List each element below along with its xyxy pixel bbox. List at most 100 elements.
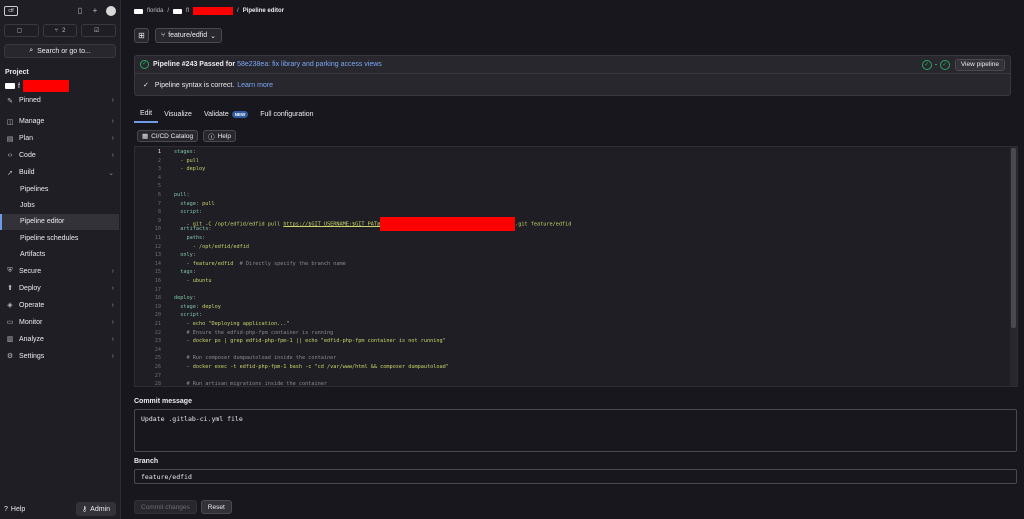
tab-validate[interactable]: Validate NEW (198, 105, 254, 123)
file-tree-icon: ⊞ (138, 31, 145, 40)
line-number: 4 (157, 174, 161, 181)
branch-input[interactable]: feature/edfid (134, 469, 1017, 484)
code-text: deploy: (174, 295, 196, 302)
breadcrumb-group[interactable]: florida (147, 8, 163, 14)
code-line: 2 - pull (135, 157, 1017, 166)
sidebar-item-build[interactable]: ➚ Build ⌄ (0, 164, 120, 181)
tab-edit[interactable]: Edit (134, 105, 159, 123)
code-line: 5 (135, 182, 1017, 191)
tab-visualize[interactable]: Visualize (158, 105, 198, 123)
code-text: paths: (174, 235, 206, 241)
section-title: Project (5, 69, 29, 76)
code-line: 11 paths: (135, 234, 1017, 243)
sidebar-sub-pipeline-editor[interactable]: Pipeline editor (0, 213, 119, 231)
line-number: 21 (154, 321, 161, 327)
breadcrumb-current: Pipeline editor (242, 8, 285, 14)
code-line: 6 pull: (135, 191, 1017, 200)
stage-pull-icon[interactable]: ✓ (921, 59, 932, 70)
help-button[interactable]: ⓘ Help (203, 130, 236, 142)
sidebar-sub-pipelines[interactable]: Pipelines (0, 181, 120, 197)
manage-icon: ◫ (6, 118, 14, 126)
breadcrumb-project[interactable]: fl (186, 8, 189, 14)
reset-button[interactable]: Reset (200, 500, 232, 514)
line-number: 10 (154, 226, 161, 233)
project-link[interactable]: f (0, 80, 120, 92)
pipeline-status-box: ✓ Pipeline #243 Passed for 58e238ea: fix… (134, 55, 1011, 96)
line-number: 20 (154, 312, 161, 319)
learn-more-link[interactable]: Learn more (237, 82, 273, 89)
chevron-down-icon: ⌄ (210, 32, 216, 40)
code-text: tags: (174, 269, 196, 276)
code-editor[interactable]: 28 # Run artisan migrations inside the c… (134, 146, 1018, 387)
help-link[interactable]: ? Help (4, 506, 25, 513)
breadcrumb: florida / fl / Pipeline editor (134, 7, 284, 15)
sidebar-item-code[interactable]: ‹› Code › (0, 147, 120, 164)
syntax-message: Pipeline syntax is correct. (154, 81, 235, 89)
deploy-icon: ⬆ (7, 285, 13, 293)
issues-counter[interactable]: ▢ (4, 24, 39, 37)
ci-cd-catalog-button[interactable]: ▦ CI/CD Catalog (137, 130, 199, 142)
line-number: 27 (154, 372, 161, 379)
stage-deploy-icon[interactable]: ✓ (939, 59, 950, 70)
line-number: 7 (157, 200, 161, 207)
sidebar-sub-jobs[interactable]: Jobs (0, 197, 120, 213)
editor-scrollbar[interactable] (1010, 147, 1017, 386)
avatar[interactable] (106, 6, 116, 16)
collapse-sidebar-icon[interactable]: ▯ (76, 7, 84, 15)
code-line: 27 (135, 372, 1017, 381)
sidebar-item-deploy[interactable]: ⬆ Deploy › (0, 280, 120, 297)
redaction (380, 216, 516, 231)
commit-message-textarea[interactable]: Update .gitlab-ci.yml file (134, 409, 1017, 452)
code-line: 12 - /opt/edfid/edfid (135, 243, 1017, 252)
commit-message-label: Commit message (134, 398, 192, 405)
pipeline-commit-link[interactable]: 58e238ea: fix library and parking access… (237, 61, 382, 68)
pipeline-status-text: Pipeline #243 Passed for (153, 61, 236, 68)
todo-icon: ☑ (93, 28, 100, 34)
gitlab-logo[interactable]: ctf (4, 6, 18, 16)
code-line: 19 stage: deploy (135, 303, 1017, 312)
code-text: only: (174, 252, 196, 259)
code-line: 1 stages: (135, 148, 1017, 157)
code-line: 22 # Ensure the edfid-php-fpm container … (135, 329, 1017, 338)
line-number: 18 (154, 295, 161, 302)
merge-requests-counter[interactable]: ⑂ 2 (42, 24, 78, 37)
sidebar-sub-artifacts[interactable]: Artifacts (0, 247, 120, 263)
plus-icon[interactable]: + (91, 7, 99, 15)
commit-changes-button[interactable]: Commit changes (134, 500, 197, 514)
sidebar-item-analyze[interactable]: ▥ Analyze › (0, 331, 120, 348)
chevron-right-icon: › (111, 118, 114, 125)
todo-counter[interactable]: ☑ (81, 24, 117, 37)
search-button[interactable]: ⌕ Search or go to... (4, 44, 116, 58)
line-number: 6 (157, 192, 161, 198)
line-number: 1 (157, 149, 161, 155)
chevron-right-icon: › (111, 152, 114, 159)
file-tree-button[interactable]: ⊞ (134, 28, 149, 43)
sidebar-item-manage[interactable]: ◫ Manage › (0, 113, 120, 130)
editor-tabs: Edit Visualize Validate NEW Full configur… (134, 105, 320, 123)
branch-selector[interactable]: ⑂ feature/edfid ⌄ (155, 28, 222, 43)
sidebar-item-secure[interactable]: ⛨ Secure › (0, 263, 120, 280)
merge-request-icon: ⑂ (54, 27, 59, 34)
code-text: - feature/edfid # Directly specify the b… (174, 260, 346, 267)
sidebar-item-pinned[interactable]: ✎ Pinned › (0, 92, 120, 109)
branch-icon: ⑂ (161, 32, 166, 39)
code-line: 9 - git -C /opt/edfid/edfid pull https:/… (135, 216, 1017, 231)
code-line: 21 - echo "Deploying application..." (135, 320, 1017, 329)
sidebar-top: ctf ▯ + (0, 0, 120, 22)
plan-icon: ▤ (6, 135, 14, 143)
sidebar-item-operate[interactable]: ◈ Operate › (0, 297, 120, 314)
code-line: 17 (135, 286, 1017, 295)
code-line: 18 deploy: (135, 294, 1017, 303)
view-pipeline-button[interactable]: View pipeline (954, 58, 1005, 71)
sidebar-item-monitor[interactable]: ▭ Monitor › (0, 314, 120, 331)
help-icon: ? (4, 505, 8, 513)
sidebar-item-settings[interactable]: ⚙ Settings › (0, 348, 120, 365)
tab-full-configuration[interactable]: Full configuration (254, 105, 319, 123)
line-number: 16 (154, 278, 161, 284)
sidebar-sub-pipeline-schedules[interactable]: Pipeline schedules (0, 230, 120, 246)
new-badge: NEW (231, 110, 249, 118)
admin-button[interactable]: ⚷ Admin (76, 502, 116, 516)
sidebar-item-plan[interactable]: ▤ Plan › (0, 130, 120, 147)
scroll-thumb[interactable] (1011, 148, 1016, 328)
line-number: 13 (154, 252, 161, 259)
